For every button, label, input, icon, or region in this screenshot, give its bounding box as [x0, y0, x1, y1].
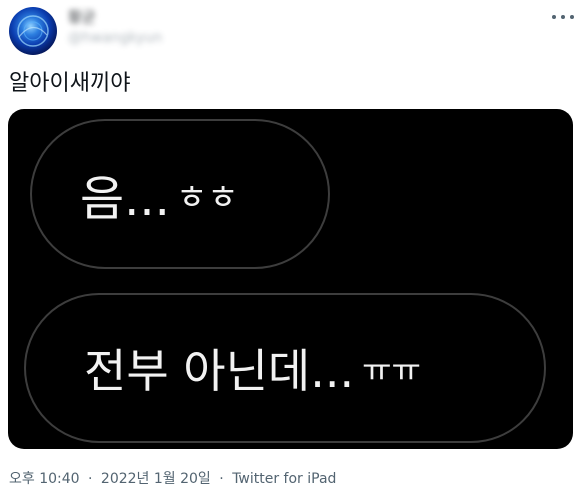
tweet-meta: 오후 10:40 · 2022년 1월 20일 · Twitter for iP… [9, 470, 336, 488]
author-handle[interactable]: @hwangkyun [68, 30, 162, 47]
dot [570, 15, 574, 19]
tweet: 황균 @hwangkyun 알아이새끼야 음... ㅎㅎ 전부 아닌데... ㅠ… [0, 0, 583, 496]
tweet-media-image[interactable]: 음... ㅎㅎ 전부 아닌데... ㅠㅠ [8, 109, 573, 449]
user-info: 황균 @hwangkyun [68, 8, 162, 47]
dot [552, 15, 556, 19]
meta-separator: · [219, 471, 224, 487]
author-display-name[interactable]: 황균 [68, 8, 162, 26]
bubble-2-main-text: 전부 아닌데... [84, 344, 355, 398]
bubble-1-main-text: 음... [80, 171, 170, 227]
tweet-date[interactable]: 2022년 1월 20일 [101, 471, 211, 487]
more-dots-icon[interactable] [552, 10, 574, 24]
chat-bubble-2: 전부 아닌데... ㅠㅠ [24, 293, 546, 443]
chat-bubble-1: 음... ㅎㅎ [30, 119, 330, 269]
tweet-time[interactable]: 오후 10:40 [9, 471, 80, 487]
avatar[interactable] [9, 7, 57, 55]
bubble-2-small-text: ㅠㅠ [362, 351, 421, 389]
dot [561, 15, 565, 19]
avatar-art [17, 15, 49, 47]
tweet-text: 알아이새끼야 [9, 71, 131, 96]
meta-separator: · [88, 471, 93, 487]
tweet-source[interactable]: Twitter for iPad [232, 471, 336, 487]
bubble-1-small-text: ㅎㅎ [175, 177, 239, 218]
